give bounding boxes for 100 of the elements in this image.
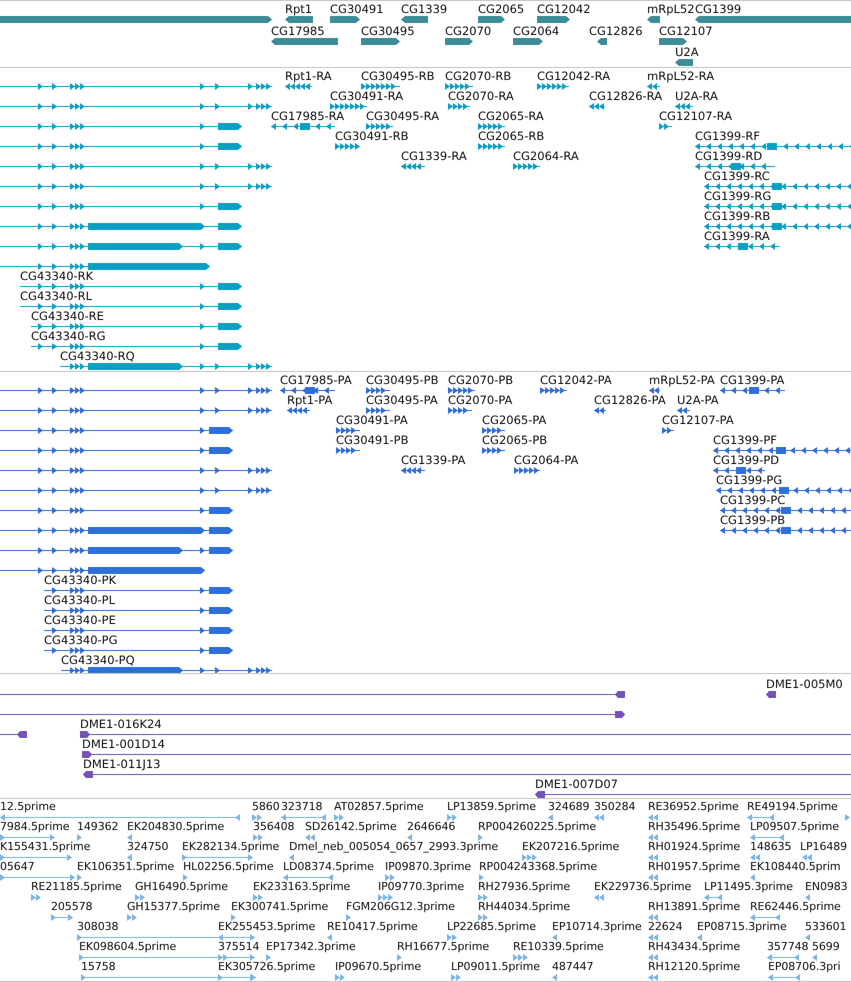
feature-label: EK305726.5prime: [218, 960, 316, 974]
feature-label: CG2065-PA: [482, 413, 546, 427]
feature-label: 323718: [281, 800, 322, 814]
feature-label: CG30495-PA: [366, 393, 438, 407]
feature-label: CG30495: [361, 24, 415, 38]
feature-label: EK108440.5prim: [750, 860, 841, 874]
feature-label: RE21185.5prime: [31, 880, 122, 894]
feature-label: Rpt1: [285, 2, 312, 16]
feature-label: RH16677.5prime: [397, 940, 490, 954]
feature-label: 533601: [805, 920, 846, 934]
feature-label: CG2070-RB: [445, 69, 512, 83]
feature-label: RH01957.5prime: [648, 860, 740, 874]
feature-label: EP17342.3prime: [266, 940, 356, 954]
feature-label: CG1399-PF: [713, 433, 777, 447]
feature-label: 5860: [252, 800, 280, 814]
feature-label: CG1339: [401, 2, 448, 16]
feature-label: EK098604.5prime: [79, 940, 176, 954]
feature-label: RE49194.5prime: [747, 800, 838, 814]
feature-label: RH35496.5prime: [648, 820, 740, 834]
feature-label: mRpL52-PA: [649, 373, 715, 387]
feature-label: CG12826: [589, 24, 643, 38]
feature-label: CG2064: [513, 24, 560, 38]
feature-label: U2A: [675, 45, 699, 59]
feature-label: DME1-011J13: [83, 757, 160, 771]
feature-label: RE10417.5prime: [327, 920, 418, 934]
feature-label: CG2070-PB: [448, 373, 514, 387]
feature-label: DME1-001D14: [82, 737, 165, 751]
feature-label: IP09670.5prime: [335, 960, 422, 974]
feature-label: CG43340-RK: [20, 269, 94, 283]
feature-label: RH13891.5prime: [648, 900, 740, 914]
feature-label: CG30495-PB: [366, 373, 438, 387]
feature-label: CG12042-RA: [537, 69, 610, 83]
feature-label: CG43340-PL: [44, 593, 116, 607]
feature-label: 357748: [767, 940, 808, 954]
feature-label: 487447: [552, 960, 594, 974]
feature-label: CG43340-PQ: [61, 653, 135, 667]
feature-label: CG30491-RA: [330, 89, 404, 103]
feature-label: 375514: [218, 940, 260, 954]
feature-label: CG1399-PC: [720, 493, 786, 507]
feature-label: 350284: [594, 800, 636, 814]
feature-label: LP11495.3prime: [704, 880, 793, 894]
feature-label: CG30495-RA: [366, 109, 440, 123]
feature-label: LP16489: [800, 840, 848, 854]
feature-label: CG43340-PK: [44, 573, 116, 587]
feature-label: 7984.5prime: [0, 820, 70, 834]
feature-label: SD26142.5prime: [305, 820, 397, 834]
feature-label: CG17985: [271, 24, 325, 38]
feature-label: U2A-RA: [675, 89, 718, 103]
feature-label: RE10339.5prime: [513, 940, 604, 954]
feature-label: CG30495-RB: [361, 69, 435, 83]
feature-label: EK229736.5prime: [594, 880, 692, 894]
feature-label: 12.5prime: [0, 800, 56, 814]
feature-label: CG12042: [537, 2, 591, 16]
feature-label: LP22685.5prime: [447, 920, 536, 934]
feature-label: CG43340-RL: [20, 289, 92, 303]
feature-label: RH12120.5prime: [648, 960, 740, 974]
feature-label: DME1-005M0: [766, 677, 843, 691]
feature-label: CG2064-PA: [514, 453, 578, 467]
feature-label: RP004243368.5prime: [479, 860, 598, 874]
feature-label: LP09507.5prime: [750, 820, 839, 834]
feature-label: 05647: [0, 860, 34, 874]
feature-label: RH44034.5prime: [478, 900, 570, 914]
feature-label: EK255453.5prime: [218, 920, 316, 934]
feature-label: RH27936.5prime: [478, 880, 570, 894]
feature-label: CG2065-RA: [478, 109, 544, 123]
feature-label: CG1399-RB: [704, 209, 770, 223]
feature-label: CG30491-RB: [335, 129, 409, 143]
feature-label: 15758: [81, 960, 116, 974]
feature-label: CG1339-RA: [401, 149, 467, 163]
feature-label: EP08706.3pri: [768, 960, 840, 974]
feature-label: 356408: [253, 820, 294, 834]
feature-label: CG43340-RQ: [60, 349, 135, 363]
feature-label: CG1399-RF: [695, 129, 760, 143]
feature-label: mRpL52: [647, 2, 695, 16]
feature-label: CG2070: [445, 24, 492, 38]
feature-label: Rpt1-RA: [285, 69, 332, 83]
feature-label: CG1399-PA: [720, 373, 784, 387]
feature-label: K155431.5prime: [0, 840, 90, 854]
feature-label: LP13859.5prime: [447, 800, 536, 814]
feature-label: CG1399-RD: [695, 149, 762, 163]
feature-label: DME1-007D07: [535, 777, 618, 791]
feature-label: CG2070-RA: [448, 89, 514, 103]
feature-label: Dmel_neb_005054_0657_2993.3prime: [289, 840, 498, 854]
feature-label: EK282134.5prime: [182, 840, 280, 854]
feature-label: EP10714.3prime: [552, 920, 642, 934]
feature-label: CG17985-PA: [280, 373, 352, 387]
feature-label: 5699: [812, 940, 840, 954]
feature-label: CG30491: [330, 2, 384, 16]
feature-label: CG1399-PB: [720, 513, 786, 527]
feature-label: AT02857.5prime: [334, 800, 424, 814]
feature-label: LP09011.5prime: [451, 960, 540, 974]
feature-label: CG1399-RA: [704, 229, 770, 243]
feature-label: 2646646: [407, 820, 456, 834]
feature-label: EK233163.5prime: [253, 880, 350, 894]
feature-label: 148635: [750, 840, 792, 854]
feature-label: EP08715.3prime: [697, 920, 787, 934]
feature-label: CG30491-PA: [336, 413, 408, 427]
feature-label: IP09770.3prime: [378, 880, 464, 894]
feature-label: U2A-PA: [677, 393, 719, 407]
feature-label: mRpL52-RA: [647, 69, 714, 83]
